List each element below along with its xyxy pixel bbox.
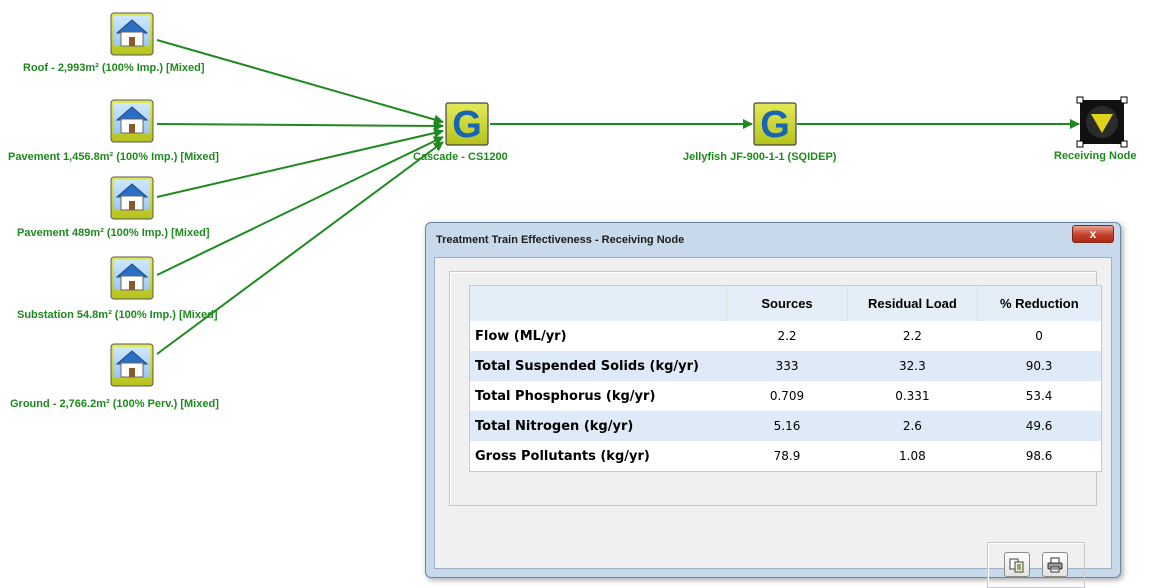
table-header-row: Sources Residual Load % Reduction xyxy=(469,285,1102,321)
printer-icon xyxy=(1047,557,1063,572)
cell-sources: 0.709 xyxy=(769,389,805,403)
cell-residual: 0.331 xyxy=(895,389,930,403)
source-node-pavement-2[interactable] xyxy=(110,176,154,220)
link-pave1-cascade[interactable] xyxy=(156,120,444,131)
cell-reduction: 90.3 xyxy=(977,351,1102,381)
row-label: Total Suspended Solids (kg/yr) xyxy=(469,351,727,381)
source-label-substation: Substation 54.8m² (100% Imp.) [Mixed] xyxy=(17,309,218,321)
jellyfish-glyph: G xyxy=(760,104,790,146)
cell-sources: 78.9 xyxy=(773,449,801,463)
table-row[interactable]: Flow (ML/yr) 2.2 2.2 0 xyxy=(470,321,1102,351)
jellyfish-label: Jellyfish JF-900-1-1 (SQIDEP) xyxy=(683,151,837,163)
cell-reduction: 49.6 xyxy=(977,411,1102,441)
cell-residual: 2.2 xyxy=(902,329,922,343)
row-label: Gross Pollutants (kg/yr) xyxy=(475,448,650,464)
source-label-roof: Roof - 2,993m² (100% Imp.) [Mixed] xyxy=(23,62,205,74)
source-label-ground: Ground - 2,766.2m² (100% Perv.) [Mixed] xyxy=(10,398,219,410)
table-row[interactable]: Total Nitrogen (kg/yr) 5.16 2.6 49.6 xyxy=(469,411,1102,441)
dialog-title: Treatment Train Effectiveness - Receivin… xyxy=(436,234,685,246)
results-group: Sources Residual Load % Reduction Flow (… xyxy=(449,271,1102,506)
cell-reduction: 98.6 xyxy=(1025,449,1053,463)
source-node-pavement-1[interactable] xyxy=(110,99,154,143)
cell-sources: 2.2 xyxy=(777,329,797,343)
table-row[interactable]: Gross Pollutants (kg/yr) 78.9 1.08 98.6 xyxy=(470,441,1102,472)
treatment-effectiveness-dialog: Treatment Train Effectiveness - Receivin… xyxy=(425,222,1121,588)
header-sources[interactable]: Sources xyxy=(725,285,848,321)
print-button[interactable] xyxy=(1042,552,1068,577)
link-ground-cascade[interactable] xyxy=(156,141,444,355)
table-row[interactable]: Total Phosphorus (kg/yr) 0.709 0.331 53.… xyxy=(470,381,1102,411)
source-node-substation[interactable] xyxy=(110,256,154,300)
link-pave2-cascade[interactable] xyxy=(156,128,444,198)
source-label-pavement-1: Pavement 1,456.8m² (100% Imp.) [Mixed] xyxy=(8,151,219,163)
cell-reduction: 0 xyxy=(1035,329,1043,343)
cell-residual: 1.08 xyxy=(899,449,926,463)
jellyfish-node[interactable]: G xyxy=(753,102,797,146)
header-blank xyxy=(469,285,727,321)
table-row[interactable]: Total Suspended Solids (kg/yr) 333 32.3 … xyxy=(469,351,1102,381)
cell-residual: 2.6 xyxy=(847,411,978,441)
cascade-node[interactable]: G xyxy=(445,102,489,146)
header-residual-load[interactable]: Residual Load xyxy=(847,285,978,321)
cell-reduction: 53.4 xyxy=(1025,389,1053,403)
receiving-node[interactable] xyxy=(1076,96,1128,148)
source-label-pavement-2: Pavement 489m² (100% Imp.) [Mixed] xyxy=(17,227,210,239)
copy-icon xyxy=(1009,558,1024,572)
row-label: Total Nitrogen (kg/yr) xyxy=(469,411,727,441)
header-reduction[interactable]: % Reduction xyxy=(976,285,1102,321)
copy-button[interactable] xyxy=(1004,552,1030,577)
cell-sources: 333 xyxy=(726,351,848,381)
cell-residual: 32.3 xyxy=(847,351,978,381)
link-roof-cascade[interactable] xyxy=(156,39,444,125)
cascade-glyph: G xyxy=(452,104,482,146)
source-node-ground[interactable] xyxy=(110,343,154,387)
row-label: Flow (ML/yr) xyxy=(475,328,567,344)
close-button[interactable]: x xyxy=(1072,225,1114,243)
receiving-node-label: Receiving Node xyxy=(1054,150,1137,162)
dialog-body: Sources Residual Load % Reduction Flow (… xyxy=(434,257,1112,588)
action-button-group xyxy=(987,542,1085,588)
row-label: Total Phosphorus (kg/yr) xyxy=(475,388,656,404)
cell-sources: 5.16 xyxy=(726,411,848,441)
source-node-roof[interactable] xyxy=(110,12,154,56)
cascade-label: Cascade - CS1200 xyxy=(413,151,508,163)
results-table: Sources Residual Load % Reduction Flow (… xyxy=(469,285,1102,472)
